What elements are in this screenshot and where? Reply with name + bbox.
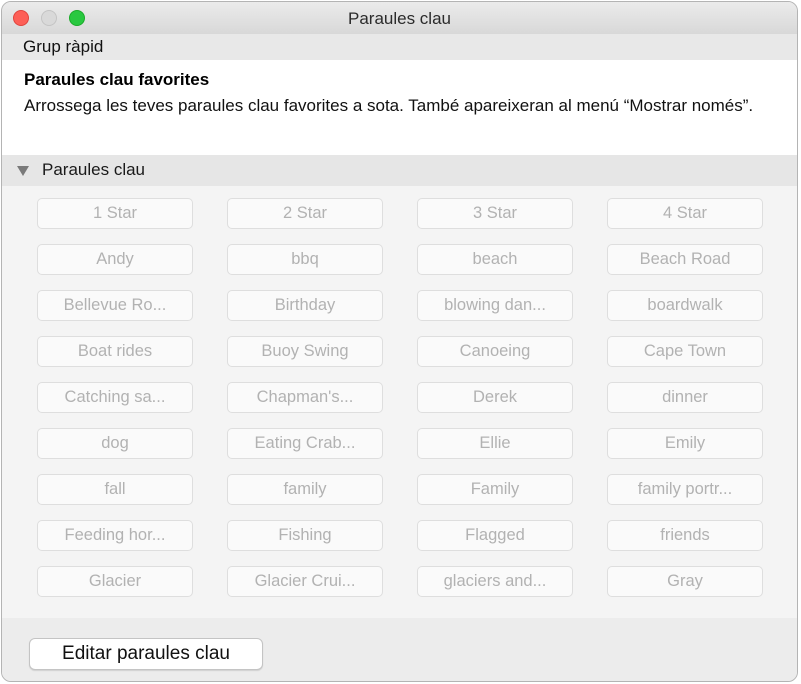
keyword-button[interactable]: Glacier [37,566,193,597]
keyword-button[interactable]: Boat rides [37,336,193,367]
keyword-button[interactable]: Family [417,474,573,505]
keyword-button[interactable]: Beach Road [607,244,763,275]
quick-group-bar: Grup ràpid [2,34,797,61]
window-title: Paraules clau [347,9,451,28]
favorites-title: Paraules clau favorites [24,70,210,89]
keywords-panel: 1 Star 2 Star 3 Star 4 Star Andy bbq beach Beac… [2,186,797,618]
keyword-button[interactable]: fall [37,474,193,505]
keyword-button[interactable]: glaciers and... [417,566,573,597]
keyword-button[interactable]: Feeding hor... [37,520,193,551]
keyword-button[interactable]: Canoeing [417,336,573,367]
keyword-button[interactable]: friends [607,520,763,551]
keyword-button[interactable]: dog [37,428,193,459]
keyword-button[interactable]: bbq [227,244,383,275]
keyword-button[interactable]: family portr... [607,474,763,505]
keyword-button[interactable]: Andy [37,244,193,275]
quick-group-label: Grup ràpid [23,37,104,56]
keyword-button[interactable]: Bellevue Ro... [37,290,193,321]
favorites-description: Arrossega les teves paraules clau favori… [24,96,754,115]
keyword-button[interactable]: Eating Crab... [227,428,383,459]
keywords-section-label: Paraules clau [42,160,146,179]
keyword-button[interactable]: Flagged [417,520,573,551]
keyword-button[interactable]: Birthday [227,290,383,321]
keyword-button[interactable]: 2 Star [227,198,383,229]
keyword-button[interactable]: blowing dan... [417,290,573,321]
keyword-button[interactable]: Buoy Swing [227,336,383,367]
footer: Editar paraules clau [2,618,797,681]
keyword-button[interactable]: Ellie [417,428,573,459]
keywords-section-header[interactable]: Paraules clau [2,155,797,186]
favorites-area[interactable]: Paraules clau favorites Arrossega les te… [2,60,797,155]
keyword-button[interactable]: family [227,474,383,505]
keyword-button[interactable]: Glacier Crui... [227,566,383,597]
keyword-button[interactable]: 4 Star [607,198,763,229]
keyword-button[interactable]: Fishing [227,520,383,551]
keyword-button[interactable]: Gray [607,566,763,597]
title-bar: Paraules clau [2,2,797,35]
keywords-grid: 1 Star 2 Star 3 Star 4 Star Andy bbq beach Beac… [37,198,763,597]
keyword-button[interactable]: Catching sa... [37,382,193,413]
keyword-button[interactable]: Chapman's... [227,382,383,413]
keyword-button[interactable]: 3 Star [417,198,573,229]
edit-keywords-button[interactable]: Editar paraules clau [29,638,263,670]
keyword-button[interactable]: Derek [417,382,573,413]
disclosure-triangle-icon[interactable] [17,166,29,176]
keyword-button[interactable]: dinner [607,382,763,413]
keyword-button[interactable]: Emily [607,428,763,459]
keywords-window: Paraules clau Grup ràpid Paraules clau f… [1,1,798,682]
keyword-button[interactable]: 1 Star [37,198,193,229]
keyword-button[interactable]: beach [417,244,573,275]
keyword-button[interactable]: boardwalk [607,290,763,321]
keyword-button[interactable]: Cape Town [607,336,763,367]
